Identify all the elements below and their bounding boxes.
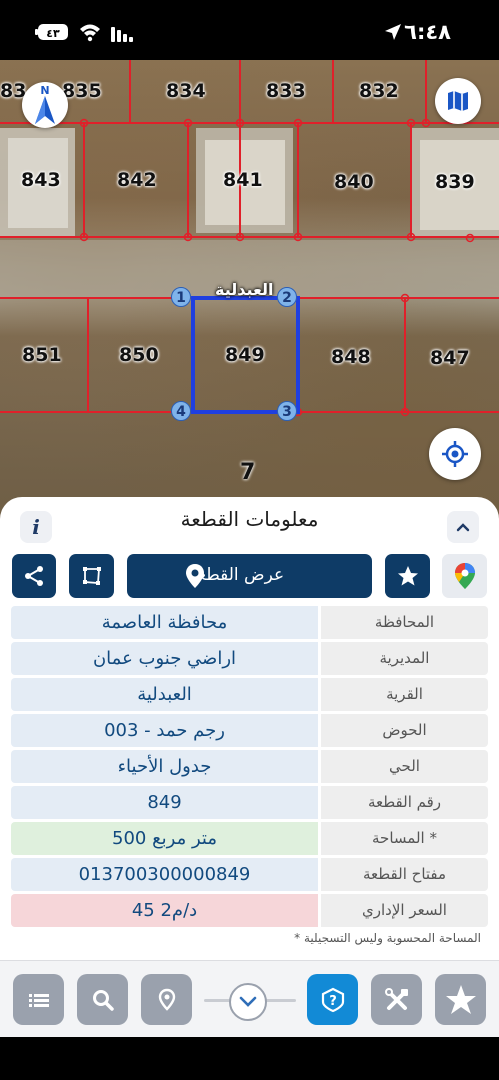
info-value: 45 د/م2 [11,894,318,927]
svg-text:?: ? [329,994,337,1009]
app-screen: ٤٣ ٦:٤٨ 835 834 833 832 83 843 842 841 8… [0,0,499,1080]
area-footnote: * المساحة المحسوبة وليس التسجيلية [294,931,481,945]
app-logo-icon [446,985,476,1014]
info-row-directorate: اراضي جنوب عمان المديرية [11,642,488,675]
collapse-button[interactable] [447,511,479,543]
locate-me-button[interactable] [429,428,481,480]
corner-point: 1 [171,287,191,307]
parcel-label: 848 [331,346,371,368]
info-label: مفتاح القطعة [321,858,488,891]
view-parcel-label: عرض القطعة [188,565,285,585]
info-value: 849 [11,786,318,819]
info-label: المحافظة [321,606,488,639]
parcel-bounds-button[interactable] [69,554,114,598]
bottom-toolbar: ? [0,960,499,1037]
info-label: المساحة * [321,822,488,855]
battery-level: ٤٣ [46,27,60,40]
info-label: المديرية [321,642,488,675]
tools-icon [385,988,408,1010]
parcel-label: 841 [223,169,263,191]
list-icon [29,994,49,1007]
battery-icon: ٤٣ [35,24,68,40]
crop-frame-icon [83,567,101,585]
location-pin-icon [186,564,204,588]
app-logo-button[interactable] [435,974,486,1025]
info-row-area: 500 متر مربع المساحة * [11,822,488,855]
view-parcel-button[interactable]: عرض القطعة [127,554,372,598]
info-row-governorate: محافظة العاصمة المحافظة [11,606,488,639]
info-row-admin-price: 45 د/م2 السعر الإداري [11,894,488,927]
info-value: 013700300000849 [11,858,318,891]
info-label: السعر الإداري [321,894,488,927]
wifi-icon [80,24,100,42]
crosshair-icon [442,441,468,467]
help-button[interactable]: ? [307,974,358,1025]
status-bar: ٤٣ ٦:٤٨ [0,0,499,60]
action-row: عرض القطعة [0,554,499,600]
info-row-parcel-key: 013700300000849 مفتاح القطعة [11,858,488,891]
parcel-info-sheet: i معلومات القطعة عرض القطعة محافظة العاص… [0,497,499,960]
tools-button[interactable] [371,974,422,1025]
system-nav-bar [0,1037,499,1080]
parcel-label: 850 [119,344,159,366]
info-row-village: العبدلية القرية [11,678,488,711]
info-label: الحوض [321,714,488,747]
pin-icon [158,988,176,1011]
corner-point: 2 [277,287,297,307]
map-view[interactable]: 835 834 833 832 83 843 842 841 840 839 8… [0,60,499,520]
chevron-down-icon [239,996,257,1007]
parcel-label: 840 [334,171,374,193]
info-label: الحي [321,750,488,783]
parcel-label: 842 [117,169,157,191]
signal-icon [111,27,133,42]
compass-button[interactable]: N [22,82,68,128]
info-row-parcel-number: 849 رقم القطعة [11,786,488,819]
star-icon [398,566,418,586]
map-icon [448,91,468,111]
nearby-pin-button[interactable] [141,974,192,1025]
help-icon: ? [321,987,345,1013]
share-icon [25,566,43,586]
status-time: ٦:٤٨ [404,20,451,44]
info-label: القرية [321,678,488,711]
search-icon [93,990,114,1011]
parcel-label: 833 [266,80,306,102]
favorite-button[interactable] [385,554,430,598]
block-number: 7 [240,460,256,485]
parcel-label: 851 [22,344,62,366]
info-value: رجم حمد - 003 [11,714,318,747]
corner-point: 4 [171,401,191,421]
parcel-label: 847 [430,347,470,369]
drawer-toggle-button[interactable] [229,983,267,1021]
location-arrow-icon [385,24,401,40]
compass-icon [35,96,55,124]
info-label: رقم القطعة [321,786,488,819]
chevron-up-icon [456,523,470,532]
corner-point: 3 [277,401,297,421]
sheet-header: i معلومات القطعة [0,497,499,547]
info-value: العبدلية [11,678,318,711]
search-button[interactable] [77,974,128,1025]
parcel-label: 843 [21,169,61,191]
parcel-label: 832 [359,80,399,102]
parcel-label: 834 [166,80,206,102]
info-value: 500 متر مربع [11,822,318,855]
parcel-label: 839 [435,171,475,193]
info-value: محافظة العاصمة [11,606,318,639]
info-row-neighborhood: جدول الأحياء الحي [11,750,488,783]
info-value: اراضي جنوب عمان [11,642,318,675]
parcel-info-table: محافظة العاصمة المحافظة اراضي جنوب عمان … [11,606,488,930]
google-maps-icon [455,563,475,589]
sheet-title: معلومات القطعة [180,507,319,531]
info-value: جدول الأحياء [11,750,318,783]
list-button[interactable] [13,974,64,1025]
selected-parcel-label: 849 [225,344,265,366]
map-layers-button[interactable] [435,78,481,124]
share-button[interactable] [12,554,56,598]
street-name: العبدلية [215,280,274,299]
info-row-basin: رجم حمد - 003 الحوض [11,714,488,747]
google-maps-button[interactable] [442,554,487,598]
